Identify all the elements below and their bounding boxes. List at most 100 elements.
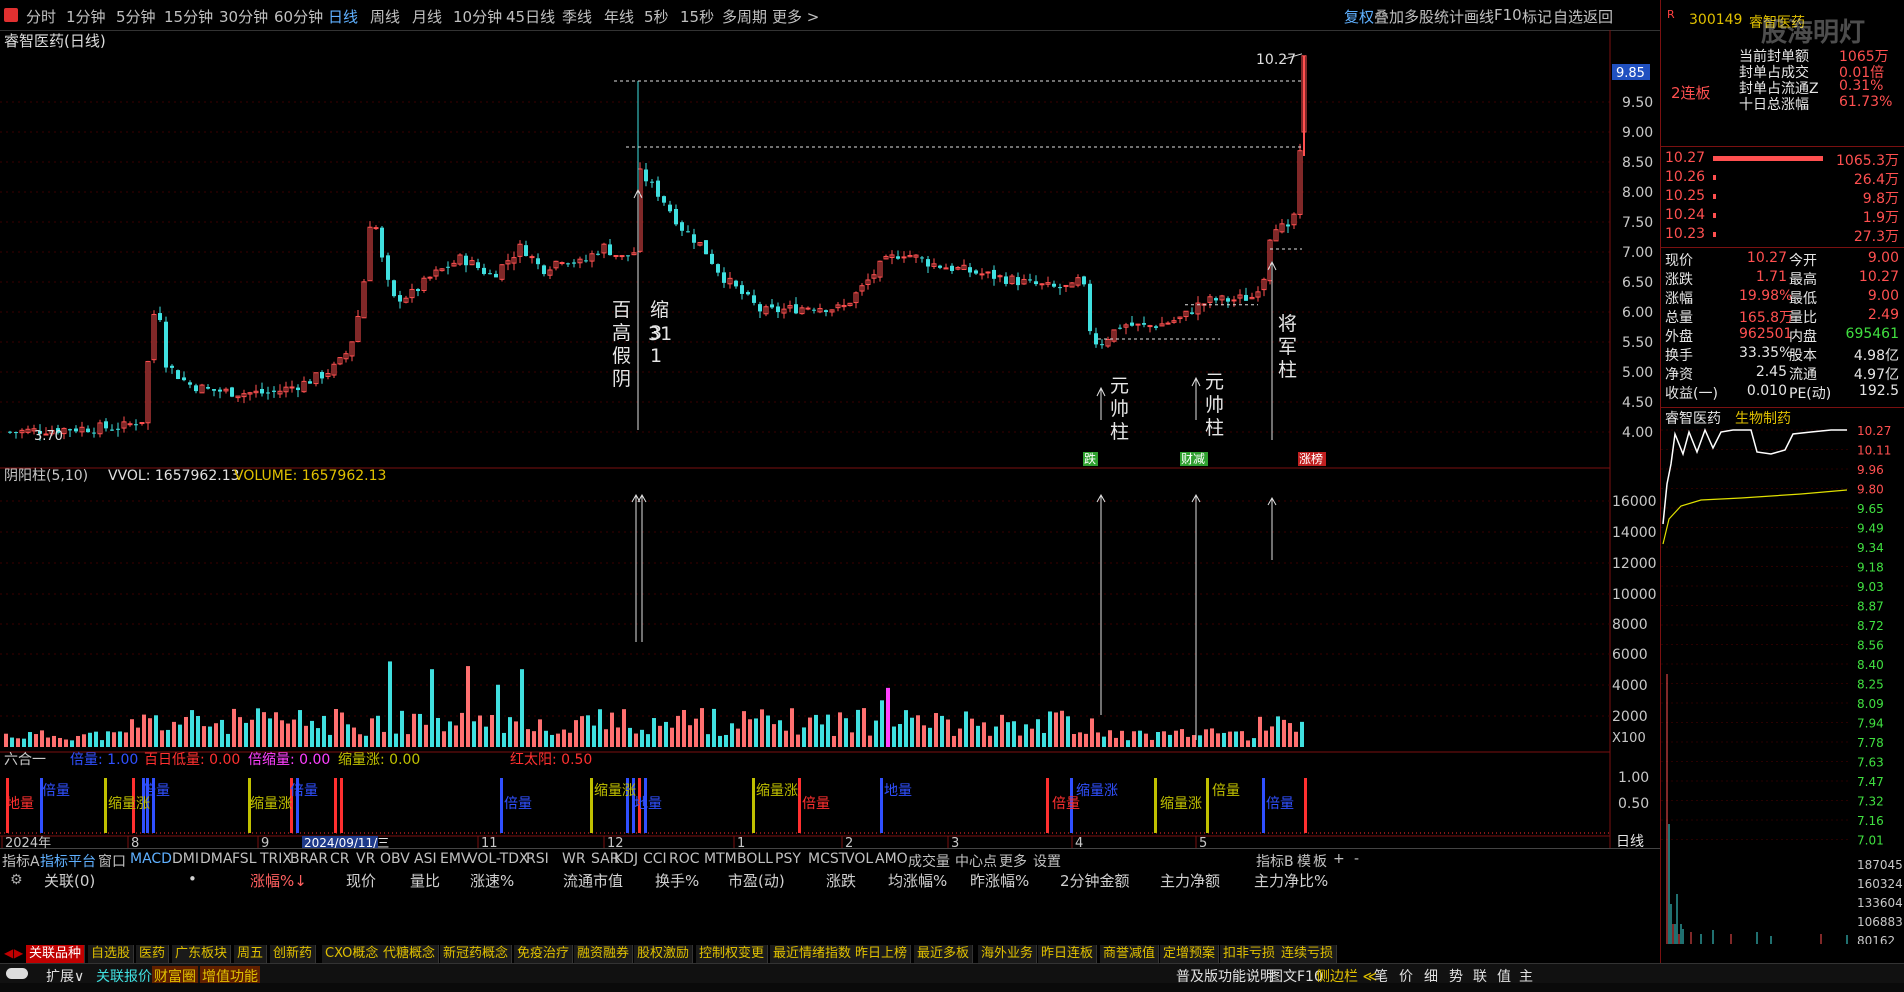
tab-scroll-right-icon[interactable]: ▶ [14, 946, 23, 960]
column-header-12[interactable]: 2分钟金额 [1060, 870, 1130, 891]
column-header-4[interactable]: 量比 [410, 870, 440, 891]
volume-bar [4, 733, 8, 747]
sector-tab-11[interactable]: 股权激励 [634, 945, 694, 963]
chart-area[interactable]: 9.85 9.50 9.00 8.50 8.00 7.50 7.00 6.50 6.00 5.50… [0, 0, 1660, 848]
indicator-tab-22[interactable]: BOLL [737, 851, 773, 867]
indicator-tab-4[interactable]: DMI [172, 851, 199, 867]
volume-bar [1006, 722, 1010, 747]
sector-tab-3[interactable]: 广东板块 [172, 945, 232, 963]
candle-body [1082, 276, 1086, 285]
indicator-tab-20[interactable]: ROC [669, 851, 700, 867]
sector-tab-15[interactable]: 最近多板 [914, 945, 974, 963]
candle-body [8, 431, 12, 433]
volume-bar [862, 708, 866, 747]
sector-tab-2[interactable]: 医药 [136, 945, 170, 963]
sector-tab-16[interactable]: 海外业务 [978, 945, 1038, 963]
indicator-legend: 缩量涨: 0.00 [338, 752, 420, 768]
indicator-tab-13[interactable]: EMV [440, 851, 471, 867]
column-header-14[interactable]: 主力净比% [1254, 870, 1328, 891]
column-header-5[interactable]: 涨速% [470, 870, 514, 891]
status-bar: 扩展∨ 关联报价 财富圈 增值功能 普及版功能说明 图文F10 侧边栏 ≪ 笔价细势联值主 [0, 963, 1904, 986]
sector-tab-20[interactable]: 扣非亏损 [1220, 945, 1280, 963]
column-header-7[interactable]: 换手% [655, 870, 699, 891]
indicator-tab-24[interactable]: MCST [808, 851, 847, 867]
candle-body [1130, 322, 1134, 326]
sector-tab-19[interactable]: 定增预案 [1160, 945, 1220, 963]
column-header-0[interactable]: 关联(0) [44, 870, 95, 891]
intraday-mini-chart[interactable]: 10.27 10.11 9.96 9.80 9.65 9.49 9.34 9.18 9.03 8.… [1661, 424, 1904, 944]
tab-scroll-left-icon[interactable]: ◀ [4, 946, 13, 960]
sector-tab-5[interactable]: 创新药 [270, 945, 317, 963]
column-header-2[interactable]: 涨幅%↓ [250, 870, 307, 891]
indicator-tab-7[interactable]: TRIX [260, 851, 292, 867]
sector-tab-0[interactable]: 关联品种 [26, 945, 86, 963]
sector-tab-10[interactable]: 融资融券 [574, 945, 634, 963]
volume-axis-label: 16000 [1612, 494, 1657, 510]
candle-body [596, 253, 600, 255]
volume-bar [40, 730, 44, 747]
candle-body [164, 321, 168, 368]
sector-tab-8[interactable]: 新冠药概念 [440, 945, 513, 963]
volume-axis-label: 4000 [1612, 678, 1648, 694]
sector-tab-12[interactable]: 控制权变更 [696, 945, 769, 963]
indicator-tab-21[interactable]: MTM [704, 851, 737, 867]
column-header-8[interactable]: 市盈(动) [728, 870, 785, 891]
indicator-tab-16[interactable]: WR [562, 851, 586, 867]
indicator-tab-18[interactable]: KDJ [614, 851, 638, 867]
toggle-icon[interactable] [6, 968, 28, 979]
indicator-b-3[interactable]: + [1333, 851, 1345, 867]
column-header-10[interactable]: 均涨幅% [888, 870, 947, 891]
signal-tick [1206, 778, 1209, 833]
indicator-tab-10[interactable]: VR [356, 851, 375, 867]
annotation-text: 缩 [650, 299, 669, 321]
candle-body [805, 307, 811, 310]
volume-bar [382, 731, 386, 747]
indicator-tab-19[interactable]: CCI [643, 851, 667, 867]
sector-tab-6[interactable]: CXO概念 [322, 945, 383, 963]
indicator-tab-26[interactable]: AMO [875, 851, 908, 867]
signal-tick [1262, 778, 1265, 833]
gear-icon[interactable]: ⚙ [10, 872, 23, 888]
sector-tab-9[interactable]: 免疫治疗 [514, 945, 574, 963]
indicator-tab-15[interactable]: RSI [526, 851, 549, 867]
candle-body [674, 208, 678, 225]
sector-tab-4[interactable]: 周五 [234, 945, 268, 963]
indicator-tab-9[interactable]: CR [330, 851, 350, 867]
sector-tab-17[interactable]: 昨日连板 [1038, 945, 1098, 963]
stat-value: 695461 [1845, 326, 1899, 342]
indicator-tab-23[interactable]: PSY [775, 851, 801, 867]
volume-bar [838, 712, 842, 747]
indicator-tab-11[interactable]: OBV [380, 851, 410, 867]
column-header-3[interactable]: 现价 [346, 870, 376, 891]
indicator-tab-14[interactable]: VOL-TDX [468, 851, 529, 867]
sector-tab-18[interactable]: 商誉减值 [1100, 945, 1160, 963]
volume-bar [562, 729, 566, 747]
indicator-tab-3[interactable]: MACD [130, 851, 172, 867]
price-axis-label: 9.50 [1622, 95, 1653, 111]
column-header-1[interactable]: • [188, 870, 197, 888]
column-header-11[interactable]: 昨涨幅% [970, 870, 1029, 891]
candle-body [308, 381, 312, 384]
indicator-tab-25[interactable]: VOL [845, 851, 873, 867]
volume-bar [718, 735, 722, 747]
candle-body [938, 265, 942, 268]
price-axis-label: 9.00 [1622, 125, 1653, 141]
indicator-tab-8[interactable]: BRAR [290, 851, 328, 867]
column-header-6[interactable]: 流通市值 [563, 870, 623, 891]
candle-body [134, 424, 138, 426]
sector-tab-7[interactable]: 代糖概念 [380, 945, 440, 963]
price-axis-label: 7.50 [1622, 215, 1653, 231]
volume-bar [172, 721, 176, 747]
indicator-tab-6[interactable]: FSL [232, 851, 257, 867]
sector-tab-14[interactable]: 昨日上榜 [852, 945, 912, 963]
sector-tab-21[interactable]: 连续亏损 [1278, 945, 1338, 963]
indicator-tab-12[interactable]: ASI [414, 851, 437, 867]
sector-tab-13[interactable]: 最近情绪指数 [770, 945, 856, 963]
column-header-13[interactable]: 主力净额 [1160, 870, 1220, 891]
stat-label: 最低 [1789, 291, 1817, 307]
column-header-9[interactable]: 涨跌 [826, 870, 856, 891]
sector-tab-1[interactable]: 自选股 [88, 945, 135, 963]
indicator-b-4[interactable]: - [1354, 851, 1359, 867]
volume-bar [280, 720, 284, 747]
indicator-tab-5[interactable]: DMA [200, 851, 232, 867]
